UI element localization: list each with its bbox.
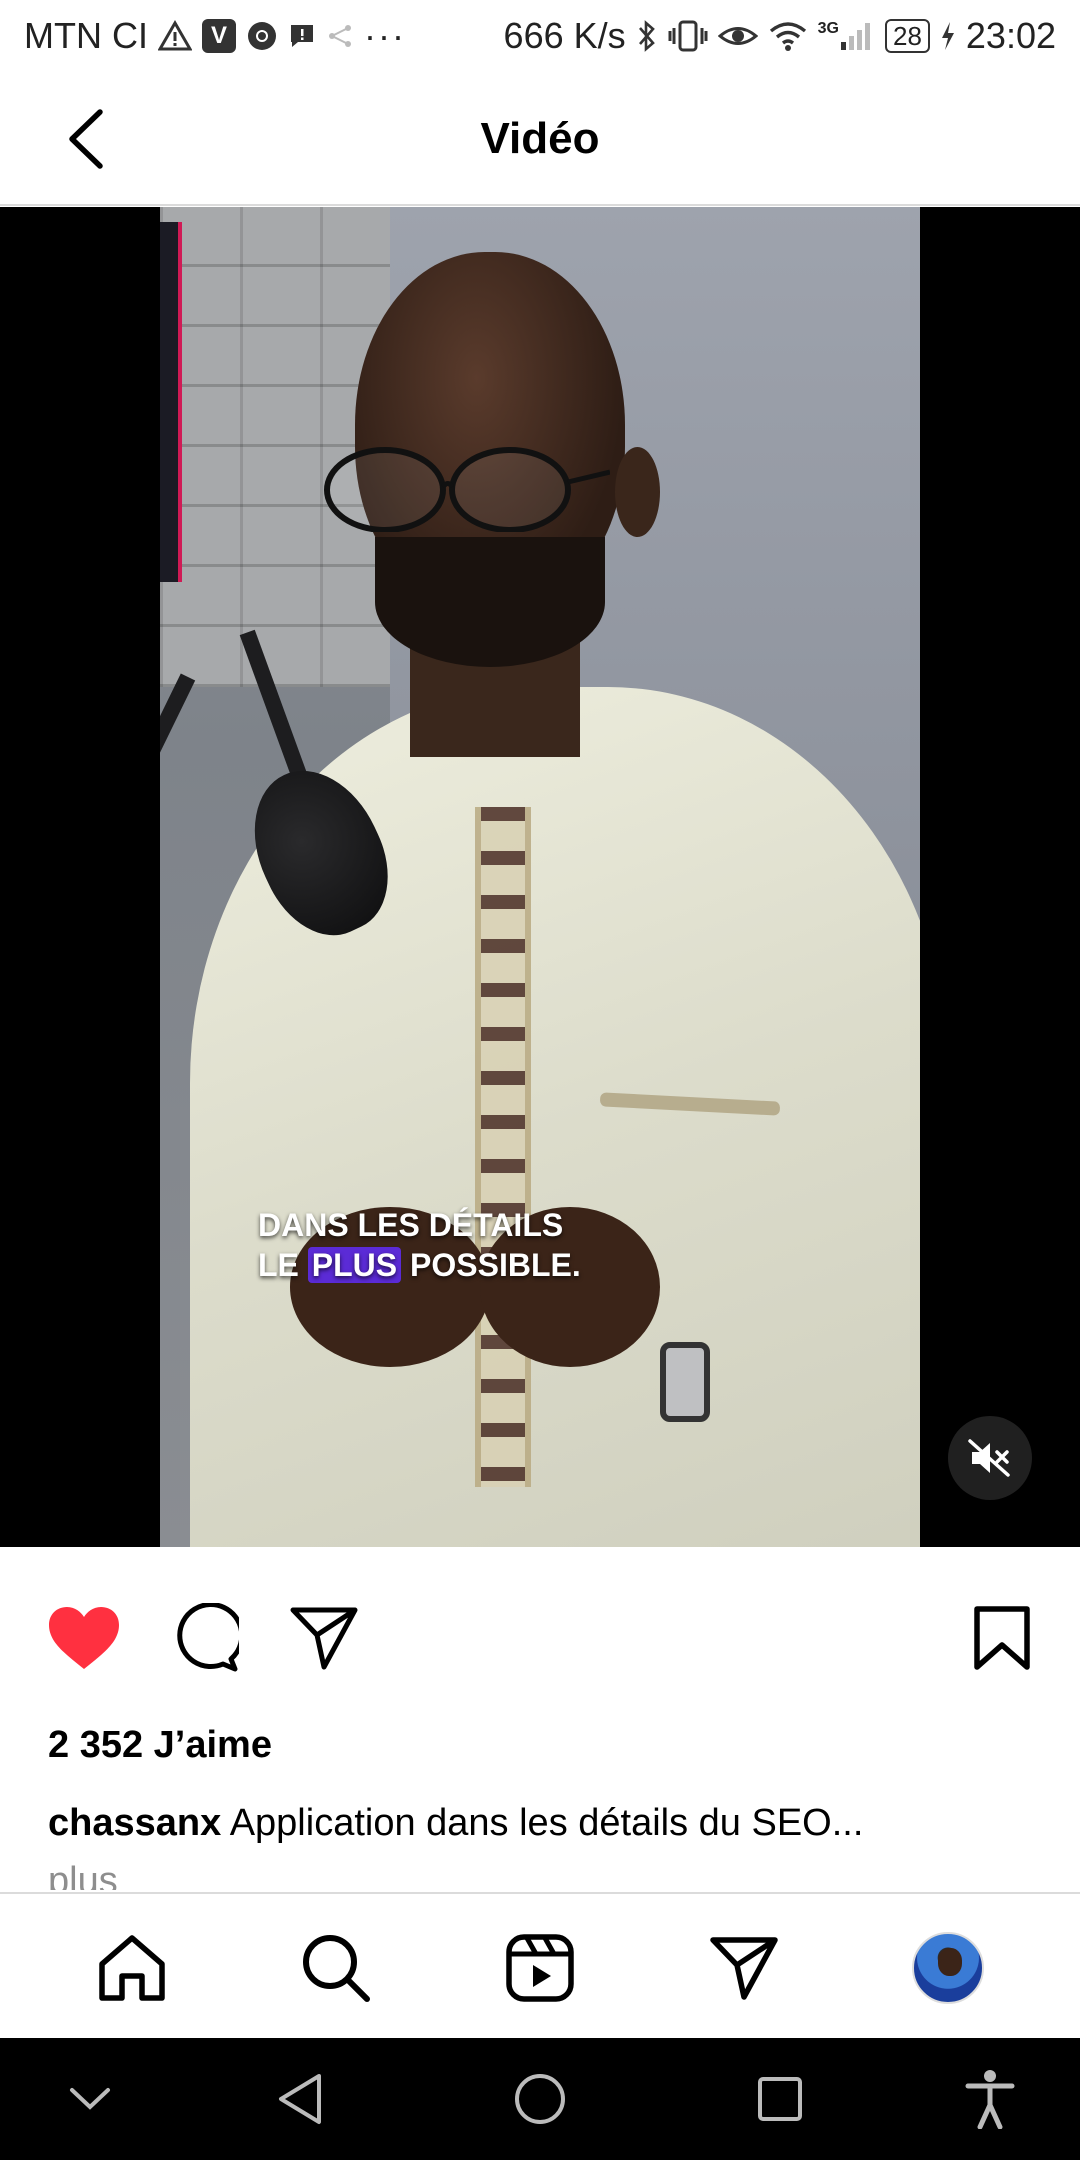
signal-icon: 3G (818, 20, 875, 52)
accessibility-icon (965, 2070, 1015, 2129)
bottom-navigation (0, 1892, 1080, 2038)
square-recents-icon (758, 2077, 802, 2121)
save-button[interactable] (964, 1600, 1040, 1676)
username-link[interactable]: chassanx (48, 1802, 221, 1844)
system-recents-button[interactable] (750, 2069, 810, 2129)
network-share-icon (326, 22, 354, 50)
like-button[interactable] (46, 1600, 122, 1676)
reels-icon (506, 1934, 574, 2002)
circle-home-icon (515, 2074, 565, 2124)
avatar (912, 1932, 984, 2004)
nav-messages[interactable] (704, 1928, 784, 2008)
network-type-label: 3G (817, 20, 839, 37)
chrome-icon (246, 20, 278, 52)
more-notifications-icon: ··· (363, 15, 406, 56)
v-app-icon: V (201, 19, 236, 53)
back-button[interactable] (54, 102, 118, 176)
video-frame: DANS LES DÉTAILS LE PLUS POSSIBLE. (160, 207, 920, 1547)
caption-text: Application dans les détails du SEO... (221, 1802, 864, 1844)
top-bar: Vidéo (0, 72, 1080, 206)
clock: 23:02 (965, 15, 1056, 56)
speaker-muted-icon (968, 1439, 1010, 1477)
subtitle-line-2: LE PLUS POSSIBLE. (258, 1247, 581, 1283)
battery-level: 28 (884, 19, 930, 53)
send-icon (710, 1937, 778, 2000)
system-back-button[interactable] (270, 2069, 330, 2129)
chevron-left-icon (69, 109, 103, 169)
subtitle-line-1: DANS LES DÉTAILS (258, 1207, 564, 1243)
subtitle-highlight: PLUS (307, 1247, 402, 1283)
post-caption: chassanx Application dans les détails du… (48, 1802, 1038, 1845)
status-bar: MTN CI V ··· 666 K/s 3G 28 23:02 (0, 0, 1080, 72)
eye-icon (717, 21, 758, 51)
system-home-button[interactable] (510, 2069, 570, 2129)
triangle-back-icon (279, 2074, 321, 2124)
like-count[interactable]: 2 352 J’aime (48, 1724, 272, 1767)
chevron-down-icon (70, 2088, 110, 2110)
system-navigation-bar (0, 2038, 1080, 2160)
home-icon (99, 1935, 165, 2001)
page-title: Vidéo (480, 114, 600, 163)
collapse-button[interactable] (60, 2069, 120, 2129)
share-button[interactable] (286, 1600, 362, 1676)
nav-profile[interactable] (908, 1928, 988, 2008)
more-link[interactable]: plus (48, 1860, 118, 1890)
nav-search[interactable] (296, 1928, 376, 2008)
charging-icon (940, 21, 956, 51)
video-subtitle: DANS LES DÉTAILS LE PLUS POSSIBLE. (258, 1205, 581, 1285)
send-icon (290, 1607, 358, 1670)
nav-home[interactable] (92, 1928, 172, 2008)
warning-icon (157, 20, 192, 52)
mute-button[interactable] (948, 1416, 1032, 1500)
speed-label: 666 K/s (503, 15, 626, 56)
comment-icon (177, 1603, 239, 1672)
heart-icon (49, 1607, 119, 1669)
bookmark-icon (974, 1606, 1030, 1670)
post-actions (0, 1548, 1080, 1728)
video-player[interactable]: DANS LES DÉTAILS LE PLUS POSSIBLE. (0, 207, 1080, 1547)
message-icon (288, 22, 316, 50)
accessibility-button[interactable] (960, 2069, 1020, 2129)
carrier-label: MTN CI (24, 15, 148, 56)
search-icon (303, 1935, 370, 2002)
nav-reels[interactable] (500, 1928, 580, 2008)
wifi-icon (768, 20, 808, 52)
comment-button[interactable] (166, 1600, 242, 1676)
vibrate-icon (668, 19, 708, 53)
bluetooth-icon (636, 19, 658, 53)
